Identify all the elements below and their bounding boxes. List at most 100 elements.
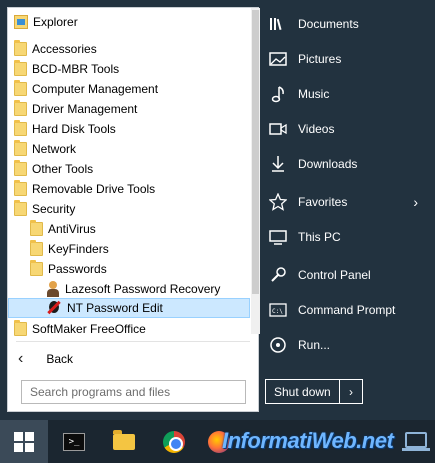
downloads-icon	[268, 154, 288, 174]
control-panel-icon	[268, 265, 288, 285]
back-button[interactable]: ‹ Back	[18, 348, 218, 370]
menu-item-removable-drive-tools[interactable]: Removable Drive Tools	[8, 179, 250, 199]
menu-item-label: Security	[32, 202, 76, 216]
menu-item-antivirus[interactable]: AntiVirus	[8, 219, 250, 239]
music-icon	[268, 84, 288, 104]
menu-item-softmaker-freeoffice[interactable]: SoftMaker FreeOffice	[8, 319, 250, 339]
right-item-pictures[interactable]: Pictures	[268, 44, 428, 74]
laptop-icon	[402, 432, 430, 451]
folder-icon	[14, 140, 27, 156]
right-item-favorites[interactable]: Favorites ›	[268, 187, 428, 217]
computer-icon	[268, 227, 288, 247]
right-item-label: Videos	[298, 122, 335, 136]
right-item-label: Favorites	[298, 195, 348, 209]
back-label: Back	[46, 352, 74, 366]
chrome-icon	[163, 431, 185, 453]
right-item-label: Control Panel	[298, 268, 371, 282]
scrollbar-thumb[interactable]	[252, 10, 259, 294]
programs-scrollbar[interactable]	[251, 8, 260, 334]
menu-item-label: BCD-MBR Tools	[32, 62, 120, 76]
right-item-label: Pictures	[298, 52, 342, 66]
windows-logo-icon	[14, 431, 34, 452]
folder-icon	[14, 160, 27, 176]
right-item-documents[interactable]: Documents	[268, 9, 428, 39]
folder-icon	[14, 60, 27, 76]
right-item-label: Downloads	[298, 157, 358, 171]
folder-icon	[30, 260, 43, 276]
folder-icon	[14, 100, 27, 116]
right-item-music[interactable]: Music	[268, 79, 428, 109]
taskbar-chrome[interactable]	[160, 428, 188, 456]
shutdown-label: Shut down	[274, 384, 331, 399]
menu-item-driver-management[interactable]: Driver Management	[8, 99, 250, 119]
right-item-label: Command Prompt	[298, 303, 396, 317]
menu-item-label: KeyFinders	[48, 242, 109, 256]
menu-item-other-tools[interactable]: Other Tools	[8, 159, 250, 179]
menu-item-label: Passwords	[48, 262, 107, 276]
search-input[interactable]: Search programs and files	[21, 380, 246, 404]
explorer-icon	[14, 15, 28, 29]
menu-item-label: Other Tools	[32, 162, 94, 176]
search-placeholder: Search programs and files	[30, 385, 171, 399]
start-menu: Explorer Accessories BCD-MBR Tools Compu…	[0, 0, 435, 420]
star-icon	[268, 192, 288, 212]
lazesoft-icon	[46, 281, 60, 297]
menu-item-bcd-mbr-tools[interactable]: BCD-MBR Tools	[8, 59, 250, 79]
menu-item-accessories[interactable]: Accessories	[8, 39, 250, 59]
videos-icon	[268, 119, 288, 139]
folder-icon	[14, 320, 27, 336]
right-item-this-pc[interactable]: This PC	[268, 222, 428, 252]
menu-item-security[interactable]: Security	[8, 199, 250, 219]
file-explorer-icon	[113, 430, 135, 450]
menu-item-label: Hard Disk Tools	[32, 122, 116, 136]
shutdown-group: Shut down ›	[265, 379, 363, 404]
programs-panel: Explorer Accessories BCD-MBR Tools Compu…	[7, 7, 260, 412]
right-item-label: Documents	[298, 17, 359, 31]
right-item-label: Run...	[298, 338, 331, 352]
right-item-run[interactable]: Run...	[268, 330, 428, 360]
menu-item-hard-disk-tools[interactable]: Hard Disk Tools	[8, 119, 250, 139]
right-item-label: This PC	[298, 230, 341, 244]
folder-icon	[14, 180, 27, 196]
programs-tree: Explorer Accessories BCD-MBR Tools Compu…	[8, 8, 250, 336]
shutdown-button[interactable]: Shut down	[265, 379, 339, 404]
pictures-icon	[268, 49, 288, 69]
folder-icon	[30, 240, 43, 256]
right-item-videos[interactable]: Videos	[268, 114, 428, 144]
folder-icon	[14, 40, 27, 56]
right-item-command-prompt[interactable]: C:\ Command Prompt	[268, 295, 428, 325]
menu-item-label: NT Password Edit	[67, 301, 163, 315]
menu-item-keyfinders[interactable]: KeyFinders	[8, 239, 250, 259]
menu-item-label: Network	[32, 142, 77, 156]
menu-item-label: AntiVirus	[48, 222, 96, 236]
command-prompt-icon: >_	[63, 433, 85, 451]
menu-item-computer-management[interactable]: Computer Management	[8, 79, 250, 99]
menu-item-label: Accessories	[32, 42, 97, 56]
documents-icon	[268, 14, 288, 34]
folder-icon	[14, 80, 27, 96]
menu-item-lazesoft-password-recovery[interactable]: Lazesoft Password Recovery	[8, 279, 250, 299]
nt-password-edit-icon	[46, 300, 62, 316]
chevron-right-icon: ›	[413, 194, 418, 210]
menu-item-passwords[interactable]: Passwords	[8, 259, 250, 279]
menu-item-network[interactable]: Network	[8, 139, 250, 159]
right-item-control-panel[interactable]: Control Panel	[268, 260, 428, 290]
menu-item-explorer[interactable]: Explorer	[8, 12, 250, 32]
watermark: InformatiWeb.net	[222, 428, 394, 453]
start-button[interactable]	[0, 420, 48, 463]
folder-icon	[30, 220, 43, 236]
folder-icon	[14, 120, 27, 136]
command-prompt-icon: C:\	[268, 300, 288, 320]
menu-item-label: Computer Management	[32, 82, 159, 96]
menu-item-label: SoftMaker FreeOffice	[32, 322, 146, 336]
chevron-left-icon: ‹	[18, 350, 24, 367]
svg-text:C:\: C:\	[272, 308, 283, 315]
menu-item-nt-password-edit[interactable]: NT Password Edit	[8, 298, 250, 318]
menu-item-label: Explorer	[33, 15, 78, 29]
folder-icon	[14, 200, 27, 216]
right-item-downloads[interactable]: Downloads	[268, 149, 428, 179]
menu-item-label: Lazesoft Password Recovery	[65, 282, 221, 296]
shutdown-options-button[interactable]: ›	[339, 379, 363, 404]
taskbar-command-prompt[interactable]: >_	[60, 428, 88, 456]
taskbar-file-explorer[interactable]	[110, 428, 138, 456]
